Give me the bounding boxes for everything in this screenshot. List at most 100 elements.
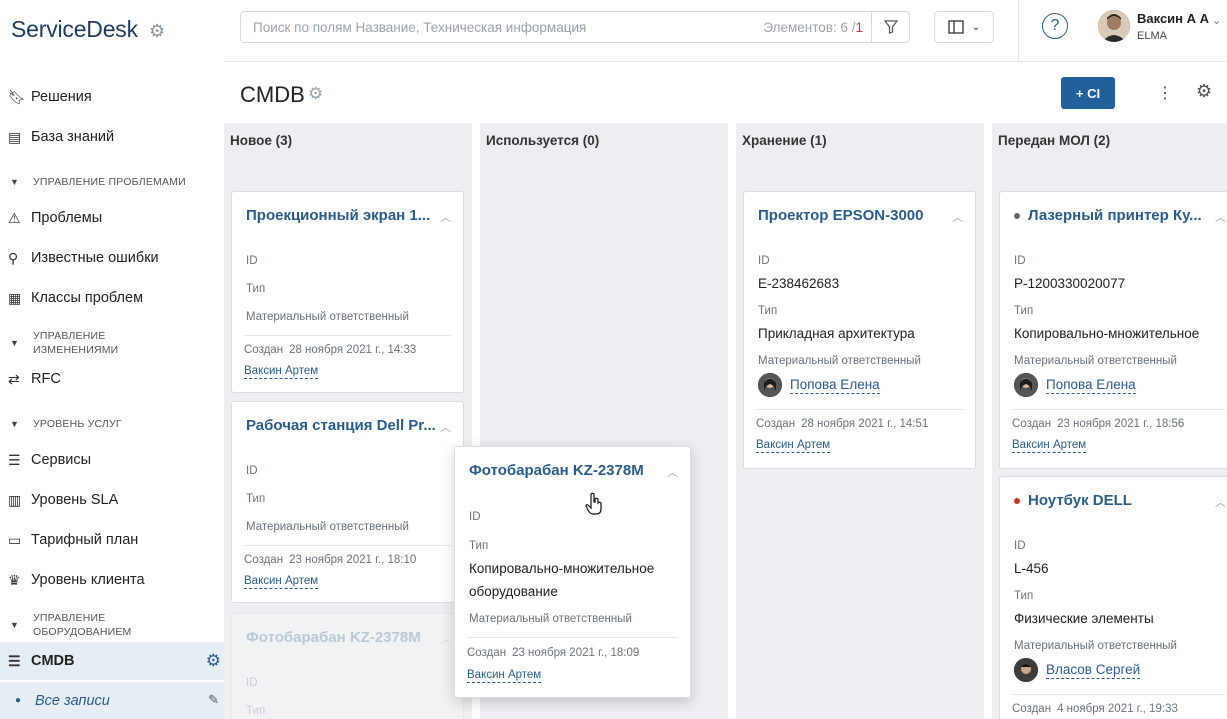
sidebar-subitem-all-records[interactable]: ● Все записи ✎	[0, 682, 224, 719]
sidebar-item-knowledge-base[interactable]: ▤ База знаний	[0, 119, 224, 155]
owner-person[interactable]: Власов Сергей	[1014, 658, 1141, 682]
sidebar-item-problem-classes[interactable]: ▦ Классы проблем	[0, 280, 224, 316]
sidebar-section-equipment[interactable]: ▼ Управление оборудованием	[0, 611, 224, 639]
user-name[interactable]: Ваксин А А	[1137, 11, 1209, 26]
field-value-type: Прикладная архитектура	[758, 326, 915, 341]
elements-count: Элементов: 6 /1	[763, 20, 863, 35]
field-label-id: ID	[469, 511, 481, 523]
help-icon[interactable]: ?	[1042, 13, 1068, 39]
section-label: Управление оборудованием	[33, 612, 132, 638]
field-label-id: ID	[1014, 540, 1026, 552]
field-label-owner: Материальный ответственный	[469, 613, 632, 625]
owner-link[interactable]: Попова Елена	[790, 377, 880, 394]
view-toggle-button[interactable]: ⌄	[934, 11, 994, 43]
sidebar-item-known-errors[interactable]: ⚲ Известные ошибки	[0, 240, 224, 276]
divider	[1012, 694, 1226, 695]
author-link[interactable]: Ваксин Артем	[244, 574, 319, 589]
list-icon: ☰	[8, 451, 21, 468]
chevron-down-icon: ⌄	[971, 21, 981, 33]
avatar	[1014, 373, 1038, 397]
book-icon: ▤	[8, 128, 22, 145]
owner-person[interactable]: Попова Елена	[1014, 373, 1136, 397]
author-link[interactable]: Ваксин Артем	[756, 438, 831, 453]
sidebar-item-problems[interactable]: ⚠ Проблемы	[0, 200, 224, 236]
created-meta: Создан 28 ноября 2021 г., 14:33	[244, 344, 417, 356]
warning-icon: ⚠	[8, 209, 21, 226]
card-title[interactable]: Проекционный экран 1...	[246, 207, 436, 224]
kanban-card[interactable]: Ноутбук DELL ︿ ID L-456 Тип Физические э…	[999, 476, 1227, 719]
kanban-column-new: Новое (3) Проекционный экран 1... ︿ ID Т…	[224, 123, 472, 719]
sidebar-item-tariff[interactable]: ▭ Тарифный план	[0, 522, 224, 558]
field-label-id: ID	[246, 465, 258, 477]
section-label: Управление изменениями	[33, 330, 119, 356]
settings-icon[interactable]: ⚙	[1196, 81, 1212, 102]
sidebar-section-problems[interactable]: ▼ Управление проблемами	[0, 175, 224, 189]
gear-icon[interactable]: ⚙	[149, 21, 165, 42]
sidebar-subitem-label: Все записи	[35, 692, 110, 709]
field-label-owner: Материальный ответственный	[758, 355, 921, 367]
author-link[interactable]: Ваксин Артем	[244, 364, 319, 379]
gear-icon[interactable]: ⚙	[308, 84, 323, 104]
sidebar-section-service-level[interactable]: ▼ Уровень услуг	[0, 417, 224, 431]
sidebar-item-services[interactable]: ☰ Сервисы	[0, 442, 224, 478]
sidebar-item-client-level[interactable]: ♛ Уровень клиента	[0, 562, 224, 598]
field-label-type: Тип	[1014, 590, 1034, 602]
author-link[interactable]: Ваксин Артем	[467, 668, 542, 683]
chevron-up-icon[interactable]: ︿	[952, 209, 963, 225]
more-vertical-icon[interactable]: ⋮	[1157, 83, 1173, 103]
card-title[interactable]: Лазерный принтер Ку...	[1014, 207, 1214, 224]
field-label-id: ID	[758, 255, 770, 267]
bookmark-icon: 🔖︎	[8, 88, 26, 105]
card-title[interactable]: Проектор EPSON-3000	[758, 207, 948, 224]
divider	[244, 545, 451, 546]
gear-icon[interactable]: ⚙	[206, 651, 221, 671]
avatar	[758, 373, 782, 397]
add-ci-button[interactable]: + CI	[1061, 77, 1115, 109]
sidebar-item-rfc[interactable]: ⇄ RFC	[0, 361, 224, 397]
chevron-up-icon[interactable]: ︿	[1215, 494, 1226, 510]
dragged-kanban-card[interactable]: Фотобарабан KZ-2378M ︿ ID Тип Копироваль…	[454, 446, 691, 698]
swap-icon: ⇄	[8, 370, 20, 387]
topbar: Поиск по полям Название, Техническая инф…	[224, 0, 1227, 62]
kanban-card[interactable]: Рабочая станция Dell Pr... ︿ ID Тип Мате…	[231, 401, 464, 603]
field-label-type: Тип	[246, 493, 266, 505]
divider	[756, 409, 963, 410]
kanban-card[interactable]: Лазерный принтер Ку... ︿ ID P-1200330020…	[999, 191, 1227, 469]
chevron-up-icon[interactable]: ︿	[440, 419, 451, 435]
search-input[interactable]: Поиск по полям Название, Техническая инф…	[240, 11, 910, 43]
chevron-down-icon[interactable]: ⌄	[1212, 14, 1221, 27]
app-logo[interactable]: ServiceDesk	[11, 16, 138, 43]
edit-icon[interactable]: ✎	[208, 692, 219, 708]
sidebar-item-cmdb[interactable]: ☰ CMDB ⚙	[0, 642, 224, 680]
kanban-card[interactable]: Проектор EPSON-3000 ︿ ID E-238462683 Тип…	[743, 191, 976, 469]
chevron-up-icon[interactable]: ︿	[1215, 209, 1226, 225]
grid-icon: ▦	[8, 289, 22, 306]
sidebar-item-label: Проблемы	[31, 210, 103, 226]
divider	[467, 637, 678, 638]
owner-link[interactable]: Власов Сергей	[1046, 662, 1141, 679]
filter-icon[interactable]	[871, 12, 909, 42]
chevron-up-icon: ︿	[440, 634, 451, 646]
card-title[interactable]: Ноутбук DELL	[1014, 492, 1214, 509]
author-link[interactable]: Ваксин Артем	[1012, 438, 1087, 453]
divider	[1012, 409, 1226, 410]
owner-person[interactable]: Попова Елена	[758, 373, 880, 397]
owner-link[interactable]: Попова Елена	[1046, 377, 1136, 394]
card-title[interactable]: Рабочая станция Dell Pr...	[246, 417, 436, 434]
chevron-up-icon[interactable]: ︿	[667, 464, 678, 480]
avatar[interactable]	[1098, 10, 1130, 42]
column-title: Хранение (1)	[742, 133, 827, 148]
card-title[interactable]: Фотобарабан KZ-2378M	[469, 462, 669, 479]
status-dot	[1014, 213, 1020, 220]
field-label-owner: Материальный ответственный	[1014, 355, 1177, 367]
chevron-up-icon[interactable]: ︿	[440, 209, 451, 225]
field-value-type-cont: оборудование	[469, 584, 558, 599]
sidebar-item-solutions[interactable]: 🔖︎ Решения	[0, 79, 224, 115]
created-meta: Создан 28 ноября 2021 г., 14:51	[756, 418, 929, 430]
sidebar-section-changes[interactable]: ▼ Управление изменениями	[0, 329, 224, 357]
field-label-owner: Материальный ответственный	[1014, 640, 1177, 652]
sidebar-item-label: CMDB	[31, 653, 75, 669]
collapse-triangle-icon: ▼	[10, 419, 20, 429]
kanban-card[interactable]: Проекционный экран 1... ︿ ID Тип Материа…	[231, 191, 464, 393]
sidebar-item-sla[interactable]: ▥ Уровень SLA	[0, 482, 224, 518]
